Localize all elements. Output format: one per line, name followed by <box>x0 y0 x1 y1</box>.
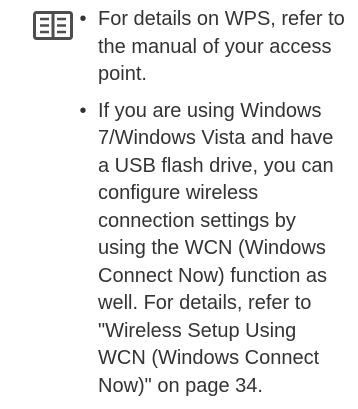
note-text: If you are using Windows 7/Windows Vista… <box>98 99 334 397</box>
bullet: • <box>79 8 87 30</box>
bullet: • <box>79 99 87 122</box>
note-text: For details on WPS, refer to the manual … <box>98 8 345 85</box>
manual-book-icon <box>33 11 73 40</box>
note-item-wcn: • If you are using Windows 7/Windows Vis… <box>76 98 348 401</box>
note-item-wps: • For details on WPS, refer to the manua… <box>76 6 348 89</box>
note-list: • For details on WPS, refer to the manua… <box>76 6 348 409</box>
